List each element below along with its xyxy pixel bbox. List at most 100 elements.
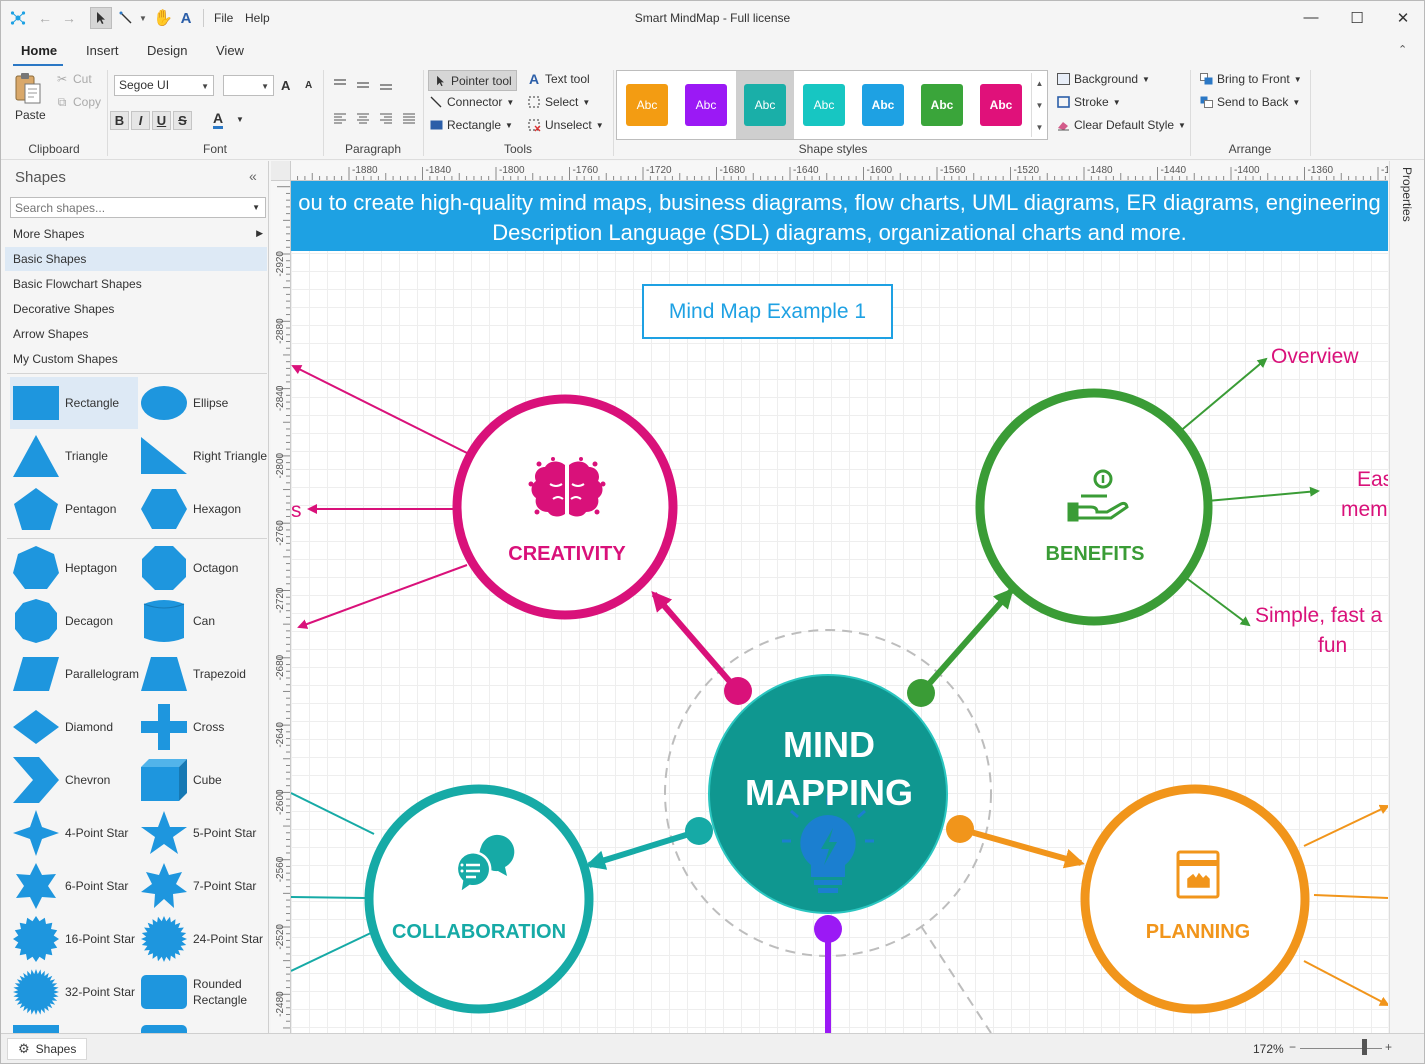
shape-rounded-rectangle[interactable]: Rounded Rectangle — [141, 966, 263, 1018]
category-basic-flowchart-shapes[interactable]: Basic Flowchart Shapes — [5, 272, 267, 296]
bold-button[interactable]: B — [110, 111, 129, 130]
shape-pentagon[interactable]: Pentagon — [13, 483, 116, 535]
shape-6-point-star[interactable]: 6-Point Star — [13, 860, 128, 912]
center-to-collaboration-connector[interactable] — [585, 828, 700, 870]
shape-7-point-star[interactable]: 7-Point Star — [141, 860, 256, 912]
shape-can[interactable]: Can — [141, 595, 215, 647]
shape-parallelogram[interactable]: Parallelogram — [13, 648, 139, 700]
font-color-dropdown-icon[interactable]: ▼ — [236, 115, 244, 124]
align-left-icon[interactable] — [333, 112, 347, 127]
style-swatch-pink[interactable]: Abc — [980, 84, 1022, 126]
leaf-overview[interactable]: Overview — [1271, 345, 1359, 368]
diagram-canvas[interactable]: ou to create high-quality mind maps, bus… — [291, 181, 1388, 1033]
zoom-slider-thumb[interactable] — [1361, 1039, 1367, 1055]
strikethrough-button[interactable]: S — [173, 111, 192, 130]
benefits-anchor-dot[interactable] — [907, 679, 935, 707]
shape-cross[interactable]: Cross — [141, 701, 224, 753]
shape-ellipse[interactable]: Ellipse — [141, 377, 228, 429]
zoom-out-icon[interactable]: − — [1289, 1040, 1298, 1058]
chevron-down-icon[interactable]: ▼ — [1032, 95, 1047, 117]
collaboration-node[interactable] — [364, 784, 594, 1014]
font-family-select[interactable]: Segoe UI ▼ — [114, 75, 214, 96]
planning-branch[interactable] — [1303, 960, 1388, 1006]
close-button[interactable]: ✕ — [1380, 1, 1424, 34]
paste-icon[interactable] — [13, 72, 45, 106]
shape-16-point-star[interactable]: 16-Point Star — [13, 913, 135, 965]
shrink-font-button[interactable]: A — [305, 80, 312, 91]
search-shapes-input[interactable] — [11, 198, 236, 217]
category-my-custom-shapes[interactable]: My Custom Shapes — [5, 347, 267, 371]
shape-32-point-star[interactable]: 32-Point Star — [13, 966, 135, 1018]
shape-trapezoid[interactable]: Trapezoid — [141, 648, 246, 700]
creativity-branch[interactable] — [297, 564, 468, 629]
purple-anchor-dot[interactable] — [814, 915, 842, 943]
tab-design[interactable]: Design — [147, 43, 187, 58]
leaf-simple-line-1[interactable]: Simple, fast a — [1255, 604, 1383, 627]
shape-right-triangle[interactable]: Right Triangle — [141, 430, 267, 482]
underline-button[interactable]: U — [152, 111, 171, 130]
shape-24-point-star[interactable]: 24-Point Star — [141, 913, 263, 965]
shape-diamond[interactable]: Diamond — [13, 701, 113, 753]
connector-button[interactable]: Connector ▼ — [429, 95, 514, 109]
shape-5-point-star[interactable]: 5-Point Star — [141, 807, 256, 859]
bring-to-front-button[interactable]: Bring to Front ▼ — [1199, 72, 1302, 86]
font-size-select[interactable]: ▼ — [223, 75, 274, 96]
center-to-planning-connector[interactable] — [959, 826, 1085, 869]
shape-triangle[interactable]: Triangle — [13, 430, 108, 482]
shape-4-point-star[interactable]: 4-Point Star — [13, 807, 128, 859]
planning-branch[interactable] — [1313, 894, 1388, 899]
clear-default-style-button[interactable]: Clear Default Style ▼ — [1056, 118, 1186, 132]
align-top-right-icon[interactable] — [379, 78, 393, 93]
align-center-icon[interactable] — [356, 112, 370, 127]
italic-button[interactable]: I — [131, 111, 150, 130]
leaf-simple-line-2[interactable]: fun — [1318, 634, 1347, 657]
style-swatch-blue[interactable]: Abc — [862, 84, 904, 126]
creativity-branch[interactable] — [291, 365, 468, 454]
leaf-left-partial[interactable]: s — [291, 499, 302, 522]
category-arrow-shapes[interactable]: Arrow Shapes — [5, 322, 267, 346]
shapes-panel-tab[interactable]: ⚙ Shapes — [7, 1038, 87, 1060]
planning-anchor-dot[interactable] — [946, 815, 974, 843]
zoom-slider-track[interactable] — [1300, 1048, 1382, 1049]
unselect-button[interactable]: Unselect ▼ — [527, 118, 604, 132]
align-top-center-icon[interactable] — [356, 78, 370, 93]
benefits-branch[interactable] — [1177, 357, 1268, 434]
rectangle-tool-button[interactable]: Rectangle ▼ — [429, 118, 513, 132]
shape-heptagon[interactable]: Heptagon — [13, 542, 117, 594]
chevron-up-icon[interactable]: ▲ — [1032, 73, 1047, 95]
shape-decagon[interactable]: Decagon — [13, 595, 113, 647]
shape-hexagon[interactable]: Hexagon — [141, 483, 241, 535]
gallery-scroll[interactable]: ▲ ▼ ▼ — [1031, 73, 1047, 137]
send-to-back-button[interactable]: Send to Back ▼ — [1199, 95, 1300, 109]
collapse-ribbon-icon[interactable]: ⌃ — [1398, 43, 1407, 56]
copy-button[interactable]: ⧉ Copy — [55, 95, 101, 110]
style-swatch-green[interactable]: Abc — [921, 84, 963, 126]
tab-home[interactable]: Home — [21, 43, 57, 58]
category-decorative-shapes[interactable]: Decorative Shapes — [5, 297, 267, 321]
pointer-tool-button[interactable]: Pointer tool — [428, 70, 517, 91]
creativity-anchor-dot[interactable] — [724, 677, 752, 705]
paste-button[interactable]: Paste — [15, 108, 46, 122]
planning-branch[interactable] — [1303, 804, 1388, 847]
collaboration-branch[interactable] — [291, 896, 366, 899]
justify-icon[interactable] — [402, 112, 416, 127]
zoom-in-icon[interactable]: + — [1385, 1040, 1392, 1054]
style-swatch-teal[interactable]: Abc — [744, 84, 786, 126]
shape-rectangle[interactable]: Rectangle — [13, 377, 119, 429]
center-to-creativity-connector[interactable] — [651, 590, 741, 693]
align-right-icon[interactable] — [379, 112, 393, 127]
chevron-down-icon[interactable]: ▼ — [252, 203, 260, 212]
shape-chevron[interactable]: Chevron — [13, 754, 110, 806]
tab-view[interactable]: View — [216, 43, 244, 58]
mind-map-example-title[interactable]: Mind Map Example 1 — [642, 284, 893, 339]
leaf-easy-line-2[interactable]: mem — [1341, 498, 1388, 521]
align-top-left-icon[interactable] — [333, 78, 347, 93]
benefits-branch[interactable] — [1206, 486, 1320, 502]
cut-button[interactable]: ✂ Cut — [55, 72, 92, 86]
select-button[interactable]: Select ▼ — [527, 95, 590, 109]
background-button[interactable]: Background ▼ — [1056, 72, 1150, 86]
text-tool-button[interactable]: A Text tool — [527, 71, 590, 87]
tab-insert[interactable]: Insert — [86, 43, 119, 58]
benefits-branch[interactable] — [1184, 576, 1251, 627]
planning-node[interactable] — [1080, 784, 1310, 1014]
